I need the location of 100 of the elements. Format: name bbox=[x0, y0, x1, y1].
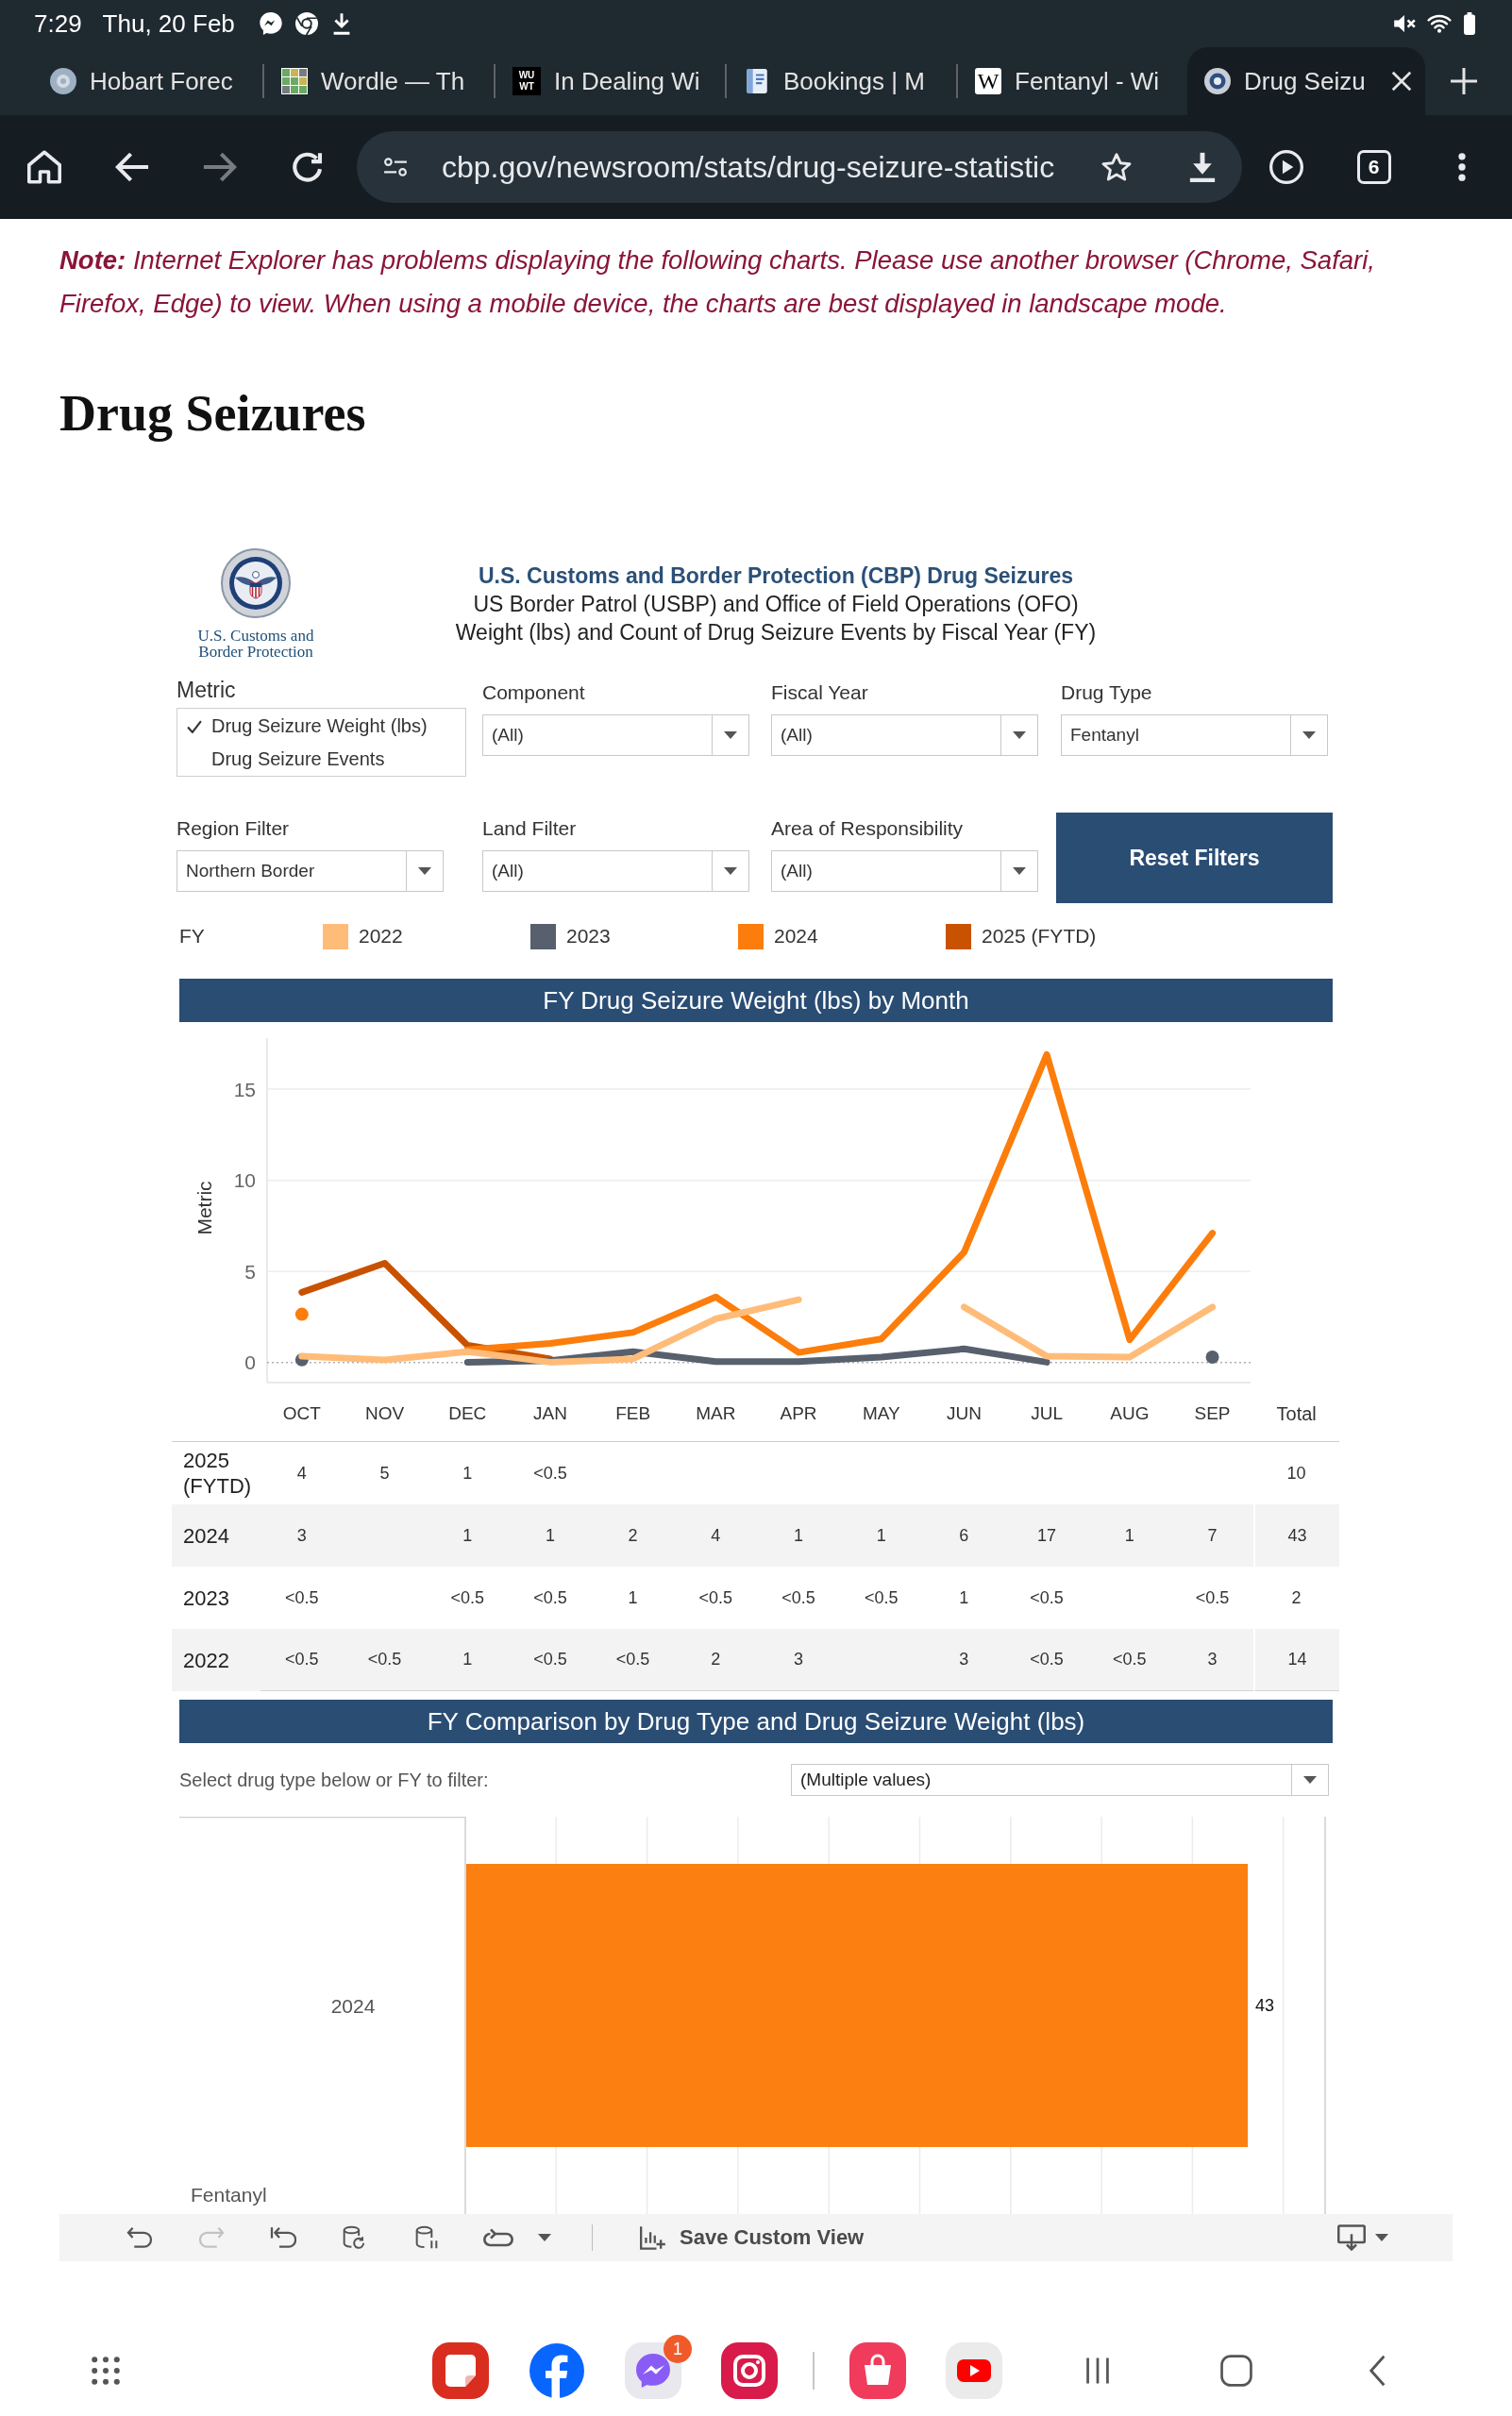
app-grid-icon[interactable] bbox=[92, 2357, 120, 2385]
group-label: Fentanyl bbox=[191, 2183, 267, 2206]
tune-icon[interactable] bbox=[383, 157, 408, 177]
metric-option[interactable]: Drug Seizure Events bbox=[177, 743, 465, 776]
total-cell: 14 bbox=[1253, 1629, 1339, 1691]
favicon-logo: WU WT bbox=[512, 67, 541, 95]
seal-icon bbox=[1204, 68, 1231, 94]
browser-tab[interactable]: WU WT In Dealing Wi bbox=[496, 47, 725, 115]
browser-tab[interactable]: Wordle — Th bbox=[264, 47, 494, 115]
axis-tick-label: MAR bbox=[696, 1403, 736, 1424]
table-cell-text: <0.5 bbox=[449, 1586, 485, 1609]
filter-label: Fiscal Year bbox=[771, 680, 868, 705]
filter-dropdown[interactable]: (All) bbox=[771, 850, 1038, 892]
table-cell-text: 1 bbox=[875, 1524, 887, 1547]
caret-icon[interactable] bbox=[538, 2234, 551, 2241]
reload-icon[interactable] bbox=[291, 151, 324, 183]
caret-icon bbox=[724, 867, 737, 875]
play-button-app-icon[interactable] bbox=[946, 2342, 1002, 2399]
category-label: 2024 bbox=[330, 1994, 376, 2017]
browser-tab[interactable]: Bookings | M bbox=[727, 47, 956, 115]
filter-dropdown[interactable]: Fentanyl bbox=[1061, 714, 1328, 756]
filter-label: Component bbox=[482, 680, 585, 705]
table-cell: <0.5 bbox=[343, 1629, 427, 1691]
database-pause-icon[interactable] bbox=[415, 2225, 438, 2250]
axis-tick-label: MAY bbox=[862, 1403, 900, 1424]
filter-label: Drug Type bbox=[1061, 680, 1152, 705]
axis-tick-label: APR bbox=[780, 1403, 817, 1424]
table-cell-text: <0.5 bbox=[1194, 1586, 1231, 1609]
table-cell: <0.5 bbox=[1087, 1629, 1171, 1691]
logo-text: U.S. Customs and Border Protection bbox=[196, 628, 315, 660]
caret-icon bbox=[724, 731, 737, 739]
browser-tab[interactable]: Hobart Forec bbox=[33, 47, 262, 115]
address-bar[interactable]: cbp.gov/newsroom/stats/drug-seizure-statistic bbox=[357, 131, 1242, 203]
filter-dropdown[interactable]: (All) bbox=[482, 850, 749, 892]
filter-label: Select drug type below or FY to filter: bbox=[179, 1769, 489, 1791]
download-icon[interactable] bbox=[1189, 152, 1216, 182]
total-cell-text: 2 bbox=[1290, 1586, 1302, 1609]
shopping-bag-app-icon[interactable] bbox=[849, 2342, 906, 2399]
axis-tick-label: DEC bbox=[448, 1403, 487, 1424]
table-cell-text: 6 bbox=[958, 1524, 970, 1547]
note-app-icon[interactable] bbox=[432, 2342, 489, 2399]
undo-icon[interactable] bbox=[126, 2226, 153, 2249]
filter-label: Region Filter bbox=[176, 816, 290, 841]
axis-tick-label: 0 bbox=[244, 1351, 256, 1374]
filter-label: Metric bbox=[176, 677, 236, 703]
table-cell-text: 5 bbox=[378, 1462, 391, 1485]
camera-app-icon[interactable] bbox=[721, 2342, 778, 2399]
grid-icon bbox=[281, 68, 308, 94]
table-cell-text: <0.5 bbox=[1029, 1586, 1065, 1609]
axis-tick-label: JAN bbox=[533, 1403, 567, 1424]
axis-tick-label: 10 bbox=[233, 1169, 256, 1192]
save-custom-view-button[interactable]: Save Custom View bbox=[640, 2225, 865, 2250]
table-cell-text: <0.5 bbox=[781, 1586, 816, 1609]
filter-dropdown[interactable]: (Multiple values) bbox=[791, 1764, 1329, 1796]
legend-label: 2022 bbox=[359, 925, 403, 948]
caret-icon bbox=[1303, 1776, 1317, 1784]
total-cell: 43 bbox=[1253, 1504, 1339, 1567]
filter-dropdown[interactable]: (All) bbox=[482, 714, 749, 756]
page-heading: Drug Seizures bbox=[59, 385, 367, 442]
filter-dropdown[interactable]: Northern Border bbox=[176, 850, 444, 892]
table-cell: 3 bbox=[757, 1629, 840, 1691]
star-icon[interactable] bbox=[1101, 153, 1132, 181]
reset-filters-button[interactable]: Reset Filters bbox=[1056, 813, 1333, 903]
play-circle-icon[interactable] bbox=[1268, 150, 1303, 184]
revert-icon[interactable] bbox=[270, 2226, 296, 2249]
back-icon[interactable] bbox=[1369, 2355, 1386, 2387]
seal-emblem-icon bbox=[221, 548, 291, 618]
table-cell: <0.5 bbox=[509, 1629, 592, 1691]
legend-title: FY bbox=[179, 925, 206, 948]
replay-icon[interactable] bbox=[483, 2228, 513, 2247]
caret-icon[interactable] bbox=[1375, 2234, 1388, 2241]
axis-tick-label: SEP bbox=[1194, 1403, 1231, 1424]
tab-switcher-button[interactable]: 6 bbox=[1356, 150, 1391, 184]
chat-bubble-app-icon[interactable] bbox=[625, 2342, 681, 2399]
browser-tab[interactable]: W Fentanyl - Wi bbox=[958, 47, 1187, 115]
table-cell-text: 2 bbox=[627, 1524, 639, 1547]
table-cell-text: 4 bbox=[710, 1524, 722, 1547]
section-header: FY Comparison by Drug Type and Drug Seizure Weight (lbs) bbox=[179, 1700, 1333, 1743]
plus-icon[interactable] bbox=[1451, 68, 1477, 94]
table-cell: 1 bbox=[426, 1629, 510, 1691]
more-menu-icon[interactable] bbox=[1457, 153, 1466, 181]
back-arrow-icon[interactable] bbox=[114, 151, 149, 183]
home-icon[interactable] bbox=[1220, 2355, 1252, 2387]
column-header: Total bbox=[1275, 1402, 1318, 1426]
table-cell: 3 bbox=[1170, 1629, 1254, 1691]
table-cell-text: 4 bbox=[295, 1462, 308, 1485]
disc-icon bbox=[50, 68, 76, 94]
screen-download-icon[interactable] bbox=[1337, 2224, 1366, 2251]
database-refresh-icon[interactable] bbox=[343, 2225, 367, 2250]
browser-tab[interactable]: Drug Seizu bbox=[1187, 47, 1425, 115]
row-header: 2022 bbox=[182, 1647, 230, 1674]
chat-bubble-icon bbox=[259, 12, 282, 35]
legend-label: 2025 (FYTD) bbox=[982, 925, 1097, 948]
filter-dropdown[interactable]: (All) bbox=[771, 714, 1038, 756]
metric-option[interactable]: Drug Seizure Weight (lbs) bbox=[177, 710, 465, 743]
bar-value-label: 43 bbox=[1255, 1996, 1275, 2015]
recents-icon[interactable] bbox=[1086, 2357, 1109, 2385]
social-app-icon[interactable] bbox=[529, 2342, 585, 2399]
close-icon[interactable] bbox=[1391, 71, 1412, 92]
notification-badge: 1 bbox=[664, 2335, 692, 2363]
